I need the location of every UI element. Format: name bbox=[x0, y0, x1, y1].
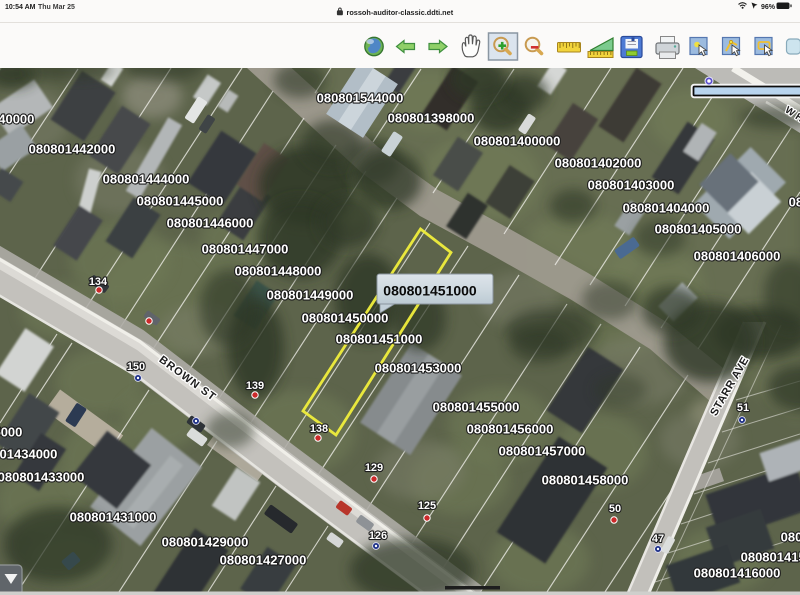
svg-text:080801455000: 080801455000 bbox=[433, 400, 520, 415]
svg-text:47: 47 bbox=[652, 533, 664, 545]
svg-text:080801448000: 080801448000 bbox=[235, 264, 322, 279]
svg-text:080801434000: 080801434000 bbox=[0, 447, 57, 462]
svg-text:080801402000: 080801402000 bbox=[555, 156, 642, 171]
svg-text:080801458000: 080801458000 bbox=[542, 473, 629, 488]
svg-text:080801449000: 080801449000 bbox=[267, 288, 354, 303]
svg-text:rossoh-auditor-classic.ddti.ne: rossoh-auditor-classic.ddti.net bbox=[347, 8, 454, 17]
svg-text:080801403000: 080801403000 bbox=[588, 178, 675, 193]
svg-text:96%: 96% bbox=[761, 4, 776, 11]
svg-text:Thu Mar 25: Thu Mar 25 bbox=[38, 4, 75, 11]
svg-text:080801400000: 080801400000 bbox=[474, 134, 561, 149]
svg-text:10:54 AM: 10:54 AM bbox=[5, 4, 36, 11]
svg-text:080801456000: 080801456000 bbox=[467, 422, 554, 437]
svg-text:080801398000: 080801398000 bbox=[388, 111, 475, 126]
svg-text:080801440000: 080801440000 bbox=[0, 112, 34, 127]
svg-text:080801435000: 080801435000 bbox=[0, 425, 22, 440]
svg-text:125: 125 bbox=[418, 500, 436, 512]
svg-text:080801445000: 080801445000 bbox=[137, 194, 224, 209]
svg-text:080801447000: 080801447000 bbox=[202, 242, 289, 257]
svg-text:080801457000: 080801457000 bbox=[499, 444, 586, 459]
svg-text:51: 51 bbox=[737, 402, 749, 414]
svg-text:126: 126 bbox=[369, 530, 387, 542]
svg-text:080801451000: 080801451000 bbox=[383, 283, 477, 299]
svg-text:080801427000: 080801427000 bbox=[220, 553, 307, 568]
svg-text:150: 150 bbox=[127, 361, 145, 373]
svg-text:080801446000: 080801446000 bbox=[167, 216, 254, 231]
svg-text:080801544000: 080801544000 bbox=[317, 91, 404, 106]
svg-text:080801429000: 080801429000 bbox=[162, 535, 249, 550]
svg-text:080801433000: 080801433000 bbox=[0, 470, 84, 485]
svg-text:139: 139 bbox=[246, 380, 264, 392]
svg-text:080801404000: 080801404000 bbox=[623, 201, 710, 216]
svg-text:138: 138 bbox=[310, 423, 328, 435]
svg-text:080801416000: 080801416000 bbox=[694, 566, 781, 581]
svg-text:080801444000: 080801444000 bbox=[103, 172, 190, 187]
svg-text:129: 129 bbox=[365, 462, 383, 474]
svg-text:080801431000: 080801431000 bbox=[70, 510, 157, 525]
svg-text:50: 50 bbox=[609, 503, 621, 515]
svg-text:080801450000: 080801450000 bbox=[302, 311, 389, 326]
svg-text:080801442000: 080801442000 bbox=[29, 142, 116, 157]
svg-text:134: 134 bbox=[89, 276, 108, 288]
svg-text:080801415000: 080801415000 bbox=[741, 550, 800, 565]
svg-text:080801407000: 080801407000 bbox=[789, 195, 800, 210]
svg-text:080801414000: 080801414000 bbox=[781, 530, 800, 545]
svg-text:080801406000: 080801406000 bbox=[694, 249, 781, 264]
svg-text:080801405000: 080801405000 bbox=[655, 222, 742, 237]
svg-text:080801451000: 080801451000 bbox=[336, 332, 423, 347]
svg-text:080801453000: 080801453000 bbox=[375, 361, 462, 376]
